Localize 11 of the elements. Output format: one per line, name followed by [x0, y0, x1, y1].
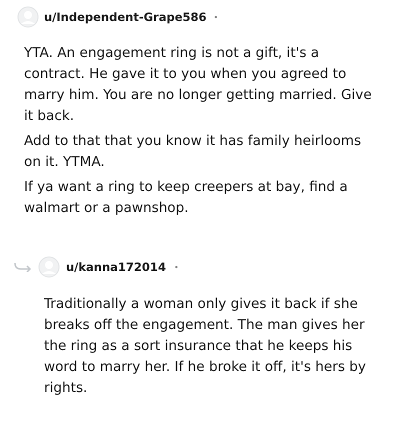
username-link[interactable]: u/kanna172014	[66, 260, 166, 274]
avatar-icon[interactable]	[38, 256, 60, 278]
comment-paragraph: YTA. An engagement ring is not a gift, it's a contract. He gave it to you when you agreed to marry him. You are no longer getting married. Give it back.	[24, 44, 373, 126]
separator-dot: •	[214, 12, 218, 22]
reply-arrow-icon	[14, 262, 32, 272]
avatar-icon[interactable]	[17, 6, 39, 28]
separator-dot: •	[174, 262, 179, 272]
comment-paragraph: If ya want a ring to keep creepers at bay, find a walmart or a pawnshop.	[24, 178, 349, 218]
username-link[interactable]: u/Independent-Grape586	[44, 10, 206, 24]
comment-paragraph: Traditionally a woman only gives it back if she breaks off the engagement. The man gives her the ring as a sort insurance that he keeps his word to marry her. If he broke it off, it's hers by rights.	[44, 295, 367, 398]
comment-paragraph: Add to that that you know it has family heirlooms on it. YTMA.	[24, 132, 362, 172]
